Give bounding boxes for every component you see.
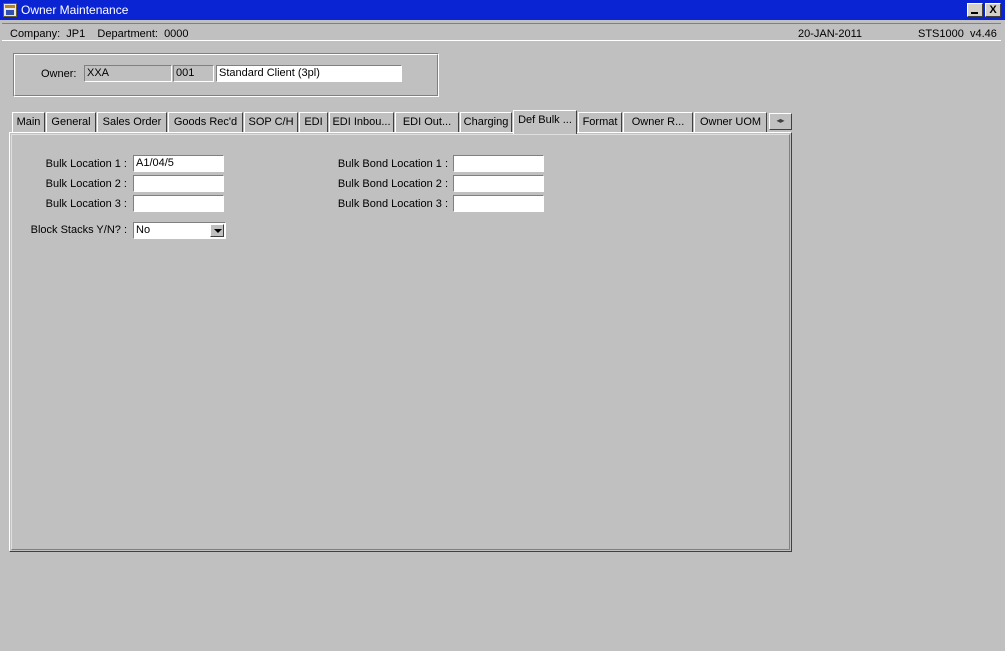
bulk-bond-location-1-field[interactable] <box>453 155 544 172</box>
version-text: STS1000 v4.46 <box>918 28 997 40</box>
owner-code-field[interactable]: XXA <box>84 65 172 82</box>
block-stacks-select[interactable]: No <box>133 222 226 239</box>
company-department-text: Company: JP1 Department: 0000 <box>10 28 189 40</box>
tab-goods-recd[interactable]: Goods Rec'd <box>168 112 243 133</box>
bulk-location-2-field[interactable] <box>133 175 224 192</box>
tab-sales-order[interactable]: Sales Order <box>97 112 167 133</box>
tab-owner-uom[interactable]: Owner UOM <box>694 112 767 133</box>
bulk-location-3-field[interactable] <box>133 195 224 212</box>
app-icon <box>3 3 17 17</box>
bulk-bond-location-3-label: Bulk Bond Location 3 : <box>337 198 448 210</box>
window-title: Owner Maintenance <box>21 3 129 17</box>
tab-edi[interactable]: EDI <box>299 112 328 133</box>
bulk-bond-location-2-label: Bulk Bond Location 2 : <box>337 178 448 190</box>
tab-owner-r[interactable]: Owner R... <box>623 112 693 133</box>
tab-edi-inbound[interactable]: EDI Inbou... <box>329 112 394 133</box>
tab-charging[interactable]: Charging <box>460 112 512 133</box>
tab-sop-ch[interactable]: SOP C/H <box>244 112 298 133</box>
minimize-button[interactable] <box>967 3 983 17</box>
bulk-bond-location-3-field[interactable] <box>453 195 544 212</box>
block-stacks-label: Block Stacks Y/N? : <box>30 224 127 236</box>
date-text: 20-JAN-2011 <box>798 28 862 40</box>
tab-edi-outbound[interactable]: EDI Out... <box>395 112 459 133</box>
info-bar: Company: JP1 Department: 0000 20-JAN-201… <box>2 23 1001 41</box>
bulk-location-1-label: Bulk Location 1 : <box>45 158 127 170</box>
tab-general[interactable]: General <box>46 112 96 133</box>
block-stacks-value: No <box>136 224 151 236</box>
tab-scroll-arrows-icon[interactable]: ◂▸ <box>769 113 792 130</box>
bulk-location-3-label: Bulk Location 3 : <box>45 198 127 210</box>
title-bar[interactable]: Owner Maintenance X <box>0 0 1005 20</box>
tab-format[interactable]: Format <box>578 112 622 133</box>
tab-main[interactable]: Main <box>12 112 45 133</box>
owner-label: Owner: <box>41 68 77 80</box>
bulk-location-2-label: Bulk Location 2 : <box>45 178 127 190</box>
owner-number-field[interactable]: 001 <box>173 65 214 82</box>
bulk-bond-location-2-field[interactable] <box>453 175 544 192</box>
tab-panel-def-bulk <box>9 132 792 552</box>
bulk-bond-location-1-label: Bulk Bond Location 1 : <box>337 158 448 170</box>
tab-def-bulk[interactable]: Def Bulk ... <box>513 110 577 134</box>
owner-description-field[interactable]: Standard Client (3pl) <box>216 65 402 82</box>
chevron-down-icon[interactable] <box>210 224 224 237</box>
bulk-location-1-field[interactable]: A1/04/5 <box>133 155 224 172</box>
close-button[interactable]: X <box>985 3 1001 17</box>
